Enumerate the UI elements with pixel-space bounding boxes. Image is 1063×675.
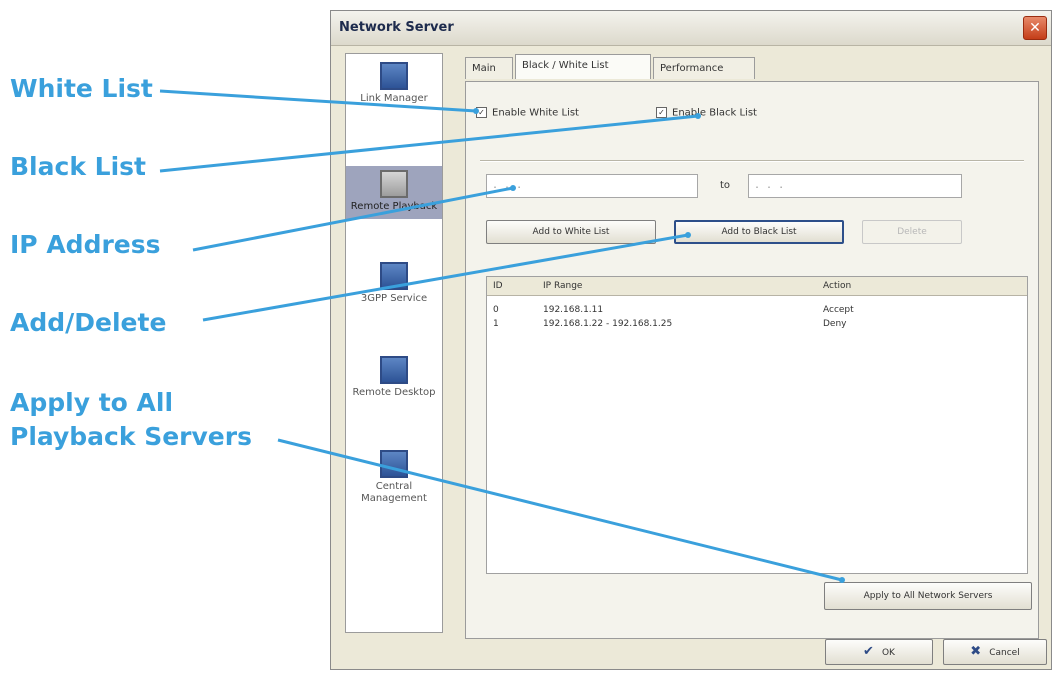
cancel-button[interactable]: ✖ Cancel bbox=[943, 639, 1047, 665]
cell-ip-range: 192.168.1.22 - 192.168.1.25 bbox=[543, 319, 673, 329]
window-title: Network Server bbox=[339, 20, 454, 35]
add-to-black-list-button[interactable]: Add to Black List bbox=[674, 220, 844, 244]
sidebar-item-label: Remote Playback bbox=[350, 201, 438, 212]
title-bar: Network Server ✕ bbox=[331, 11, 1051, 46]
cell-action: Accept bbox=[823, 305, 854, 315]
sidebar-item-central-management[interactable]: Central Management bbox=[346, 450, 442, 505]
table-row[interactable]: 0 192.168.1.11 Accept bbox=[487, 305, 1027, 318]
enable-white-list-checkbox[interactable]: ✓ Enable White List bbox=[476, 107, 579, 119]
enable-black-list-checkbox[interactable]: ✓ Enable Black List bbox=[656, 107, 757, 119]
sidebar-item-link-manager[interactable]: Link Manager bbox=[346, 62, 442, 105]
add-to-white-list-button[interactable]: Add to White List bbox=[486, 220, 656, 244]
cell-id: 1 bbox=[493, 319, 499, 329]
delete-button[interactable]: Delete bbox=[862, 220, 962, 244]
cancel-label: Cancel bbox=[989, 648, 1020, 658]
callout-ip-address: IP Address bbox=[10, 230, 161, 259]
ok-button[interactable]: ✔ OK bbox=[825, 639, 933, 665]
enable-black-list-label: Enable Black List bbox=[672, 107, 757, 119]
ip-from-input[interactable]: . . . bbox=[486, 174, 698, 198]
desktop-icon bbox=[380, 356, 408, 384]
tab-black-white-list[interactable]: Black / White List bbox=[515, 54, 651, 79]
ok-label: OK bbox=[881, 648, 895, 658]
cell-id: 0 bbox=[493, 305, 499, 315]
ip-to-input[interactable]: . . . bbox=[748, 174, 962, 198]
sidebar-item-label: Link Manager bbox=[360, 93, 428, 104]
table-row[interactable]: 1 192.168.1.22 - 192.168.1.25 Deny bbox=[487, 319, 1027, 332]
callout-apply-all-line1: Apply to All bbox=[10, 388, 174, 417]
divider bbox=[480, 160, 1024, 162]
tab-main[interactable]: Main bbox=[465, 57, 513, 79]
black-white-list-panel: ✓ Enable White List ✓ Enable Black List . … bbox=[465, 81, 1039, 639]
x-icon: ✖ bbox=[970, 644, 982, 659]
management-icon bbox=[380, 450, 408, 478]
sidebar: Link Manager Remote Playback 3GPP Servic… bbox=[345, 53, 443, 633]
checkbox-check: ✓ bbox=[656, 107, 667, 118]
callout-add-delete: Add/Delete bbox=[10, 308, 167, 337]
playback-icon bbox=[380, 170, 408, 198]
apply-to-all-servers-button[interactable]: Apply to All Network Servers bbox=[824, 582, 1032, 610]
tab-performance[interactable]: Performance bbox=[653, 57, 755, 79]
callout-white-list: White List bbox=[10, 74, 153, 103]
ip-to-label: to bbox=[720, 180, 731, 191]
sidebar-item-label: Remote Desktop bbox=[352, 387, 436, 398]
callout-black-list: Black List bbox=[10, 152, 146, 181]
close-button[interactable]: ✕ bbox=[1023, 16, 1047, 40]
sidebar-item-label: 3GPP Service bbox=[360, 293, 428, 304]
network-server-dialog: Network Server ✕ Link Manager Remote Pla… bbox=[330, 10, 1052, 670]
sidebar-item-remote-playback[interactable]: Remote Playback bbox=[346, 166, 442, 219]
sidebar-item-remote-desktop[interactable]: Remote Desktop bbox=[346, 356, 442, 399]
enable-white-list-label: Enable White List bbox=[492, 107, 579, 119]
phone-icon bbox=[380, 262, 408, 290]
callout-apply-all-line2: Playback Servers bbox=[10, 422, 252, 451]
checkmark-icon: ✔ bbox=[863, 644, 874, 659]
computer-icon bbox=[380, 62, 408, 90]
cell-ip-range: 192.168.1.11 bbox=[543, 305, 604, 315]
header-action[interactable]: Action bbox=[823, 281, 851, 291]
header-ip-range[interactable]: IP Range bbox=[543, 281, 582, 291]
header-id[interactable]: ID bbox=[493, 281, 503, 291]
checkbox-check: ✓ bbox=[476, 107, 487, 118]
ip-list-table: ID IP Range Action 0 192.168.1.11 Accept… bbox=[486, 276, 1028, 574]
sidebar-item-3gpp-service[interactable]: 3GPP Service bbox=[346, 262, 442, 305]
table-header: ID IP Range Action bbox=[487, 277, 1027, 296]
cell-action: Deny bbox=[823, 319, 847, 329]
sidebar-item-label: Central Management bbox=[361, 481, 427, 504]
